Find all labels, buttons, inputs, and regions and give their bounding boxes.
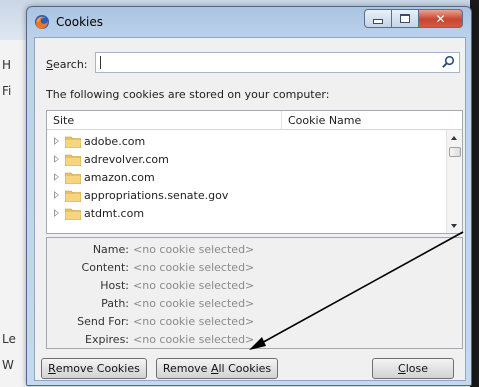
tree-row[interactable]: appropriations.senate.gov: [47, 187, 447, 205]
site-name: amazon.com: [84, 171, 155, 184]
folder-icon: [65, 154, 81, 166]
detail-value: <no cookie selected>: [133, 297, 255, 310]
window-title: Cookies: [56, 15, 103, 29]
column-header-cookie-name[interactable]: Cookie Name: [288, 114, 361, 127]
detail-value: <no cookie selected>: [133, 261, 255, 274]
detail-label: Expires:: [85, 333, 129, 346]
tree-scrollbar[interactable]: [446, 130, 462, 233]
close-button[interactable]: Close: [372, 358, 454, 379]
detail-row-expires: Expires: <no cookie selected>: [47, 331, 462, 349]
scroll-up-arrow-icon[interactable]: [451, 136, 457, 140]
folder-icon: [65, 172, 81, 184]
detail-value: <no cookie selected>: [133, 315, 255, 328]
background-sidebar-letter: Fi: [2, 84, 12, 98]
search-label: Search:: [46, 58, 88, 71]
cookies-dialog: Cookies ✕ Search: The following cookies …: [26, 6, 472, 386]
maximize-button[interactable]: [391, 9, 419, 28]
search-icon[interactable]: [441, 55, 455, 69]
detail-label: Send For:: [77, 315, 129, 328]
background-sidebar-letter: H: [2, 58, 12, 72]
site-name: appropriations.senate.gov: [84, 189, 229, 202]
firefox-icon: [35, 15, 49, 29]
title-bar[interactable]: Cookies ✕: [27, 7, 471, 37]
detail-label: Host:: [100, 279, 129, 292]
detail-row-path: Path: <no cookie selected>: [47, 295, 462, 313]
background-sidebar-letter: W: [2, 358, 14, 372]
detail-label: Content:: [81, 261, 129, 274]
cookie-details-panel: Name: <no cookie selected> Content: <no …: [46, 237, 463, 349]
remove-cookies-button[interactable]: Remove Cookies: [41, 358, 147, 379]
tree-row[interactable]: adrevolver.com: [47, 151, 447, 169]
cookies-info-text: The following cookies are stored on your…: [46, 88, 330, 101]
folder-icon: [65, 190, 81, 202]
detail-label: Path:: [101, 297, 129, 310]
minimize-icon: [373, 18, 383, 24]
expand-twisty-icon[interactable]: [54, 209, 59, 217]
detail-value: <no cookie selected>: [133, 243, 255, 256]
detail-row-host: Host: <no cookie selected>: [47, 277, 462, 295]
detail-value: <no cookie selected>: [133, 333, 255, 346]
tree-row[interactable]: amazon.com: [47, 169, 447, 187]
scroll-thumb[interactable]: [449, 147, 461, 157]
site-name: adobe.com: [84, 135, 146, 148]
expand-twisty-icon[interactable]: [54, 173, 59, 181]
column-divider: [281, 111, 282, 129]
minimize-button[interactable]: [364, 9, 392, 28]
detail-row-name: Name: <no cookie selected>: [47, 241, 462, 259]
close-icon: ✕: [435, 11, 446, 26]
window-controls: ✕: [364, 9, 463, 28]
expand-twisty-icon[interactable]: [54, 155, 59, 163]
close-window-button[interactable]: ✕: [418, 9, 463, 28]
detail-value: <no cookie selected>: [133, 279, 255, 292]
background-sidebar-letter: Le: [2, 332, 16, 346]
folder-icon: [65, 136, 81, 148]
cookie-tree[interactable]: Site Cookie Name adobe.com adrevolver.co…: [46, 110, 463, 234]
detail-label: Name:: [92, 243, 129, 256]
site-name: adrevolver.com: [84, 153, 169, 166]
detail-row-send-for: Send For: <no cookie selected>: [47, 313, 462, 331]
remove-all-cookies-button[interactable]: Remove All Cookies: [156, 358, 278, 379]
dialog-body: Search: The following cookies are stored…: [34, 37, 466, 381]
tree-row[interactable]: atdmt.com: [47, 205, 447, 223]
expand-twisty-icon[interactable]: [54, 191, 59, 199]
detail-row-content: Content: <no cookie selected>: [47, 259, 462, 277]
maximize-icon: [400, 14, 410, 23]
text-caret: [100, 56, 101, 69]
site-name: atdmt.com: [84, 207, 145, 220]
tree-rows: adobe.com adrevolver.com amazon.com appr…: [47, 133, 447, 223]
expand-twisty-icon[interactable]: [54, 137, 59, 145]
tree-header: Site Cookie Name: [47, 111, 462, 130]
column-header-site[interactable]: Site: [53, 114, 74, 127]
search-input[interactable]: [95, 52, 460, 73]
tree-row[interactable]: adobe.com: [47, 133, 447, 151]
scroll-down-arrow-icon[interactable]: [451, 224, 457, 228]
folder-icon: [65, 208, 81, 220]
